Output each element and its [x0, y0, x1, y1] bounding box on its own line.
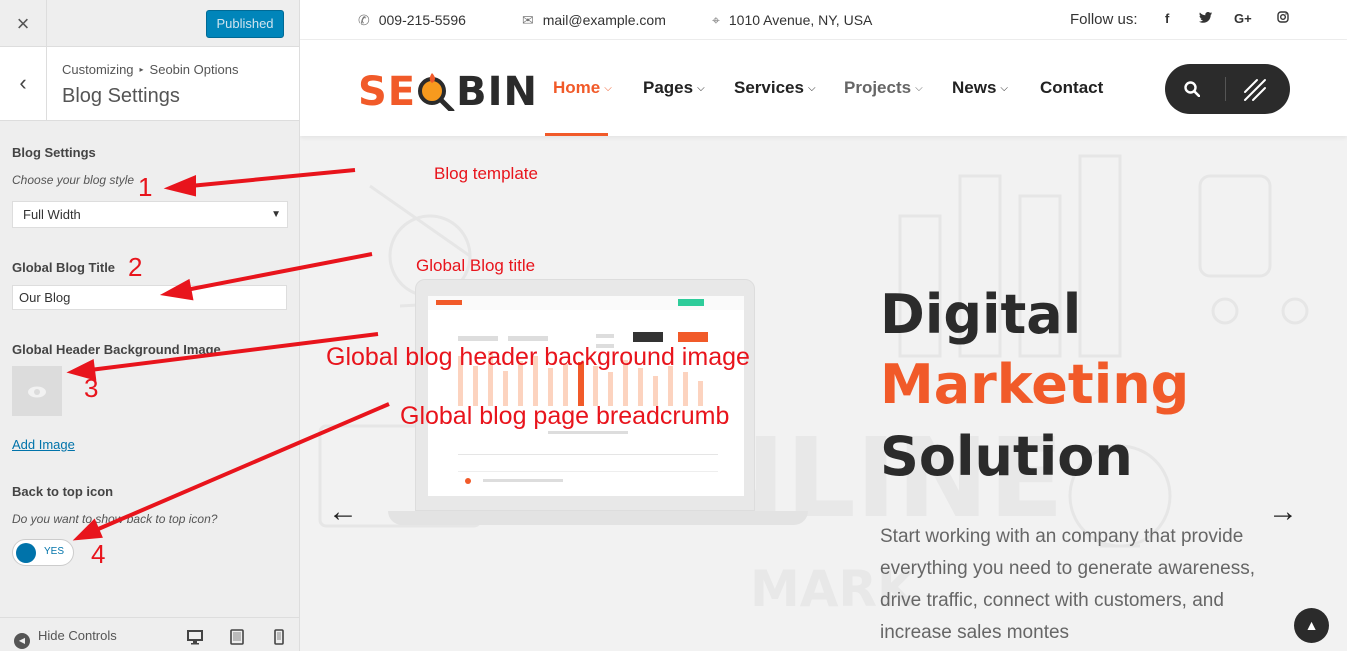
eye-icon — [28, 386, 46, 398]
nav-projects[interactable]: Projects ⌵ — [844, 78, 923, 98]
hide-controls-button[interactable]: ◀ Hide Controls — [14, 628, 117, 649]
logo-part-bin: BIN — [456, 69, 538, 115]
email-info: ✉ mail@example.com — [522, 12, 666, 29]
toggle-knob — [16, 543, 36, 563]
site-preview: ONLINE MARK ✆ 009-215-5596 ✉ mail@example.… — [300, 0, 1347, 651]
twitter-icon[interactable] — [1199, 11, 1212, 26]
location-pin-icon: ⌖ — [712, 12, 720, 28]
section-header: ‹ Customizing ▸ Seobin Options Blog Settin… — [0, 47, 299, 121]
phone-text: 009-215-5596 — [378, 12, 466, 28]
main-navbar: SE BIN Home ⌵ Pages ⌵ Services ⌵ Projects ⌵ N… — [300, 40, 1347, 136]
nav-contact-label: Contact — [1040, 78, 1104, 97]
phone-icon: ✆ — [358, 12, 370, 28]
nav-active-underline — [545, 133, 608, 136]
address-info: ⌖ 1010 Avenue, NY, USA — [712, 12, 872, 29]
google-plus-icon[interactable]: G+ — [1234, 11, 1252, 26]
nav-news[interactable]: News ⌵ — [952, 78, 1008, 98]
image-placeholder[interactable] — [12, 366, 62, 416]
blog-title-label: Global Blog Title — [12, 260, 116, 275]
toggle-label: YES — [44, 546, 65, 557]
twitter-bird-shape — [1199, 12, 1212, 23]
mobile-preview-icon[interactable] — [271, 629, 287, 645]
nav-contact[interactable]: Contact — [1040, 78, 1103, 98]
breadcrumb-separator-icon: ▸ — [139, 65, 144, 74]
instagram-icon[interactable] — [1277, 11, 1289, 26]
email-text: mail@example.com — [542, 12, 666, 28]
menu-slashes-icon[interactable] — [1242, 77, 1268, 103]
publish-button[interactable]: Published — [206, 10, 284, 38]
add-image-link[interactable]: Add Image — [12, 437, 75, 452]
nav-news-label: News — [952, 78, 997, 97]
hide-controls-label: Hide Controls — [38, 628, 117, 643]
header-bg-label: Global Header Background Image — [12, 342, 221, 357]
chevron-down-icon: ⌵ — [1000, 83, 1009, 94]
breadcrumb: Customizing ▸ Seobin Options — [62, 62, 238, 77]
blog-settings-label: Blog Settings — [12, 145, 96, 160]
mail-icon: ✉ — [522, 12, 534, 28]
section-title: Blog Settings — [62, 85, 180, 107]
facebook-icon[interactable]: f — [1165, 11, 1169, 26]
desktop-preview-icon[interactable] — [187, 629, 203, 645]
top-bar: ✆ 009-215-5596 ✉ mail@example.com ⌖ 1010 Av… — [300, 0, 1347, 40]
customizer-header: × Published — [0, 0, 299, 47]
customizer-sidebar: × Published ‹ Customizing ▸ Seobin Options… — [0, 0, 300, 651]
nav-actions-pill — [1165, 64, 1290, 114]
hero-paragraph: Start working with an company that provi… — [880, 526, 1255, 643]
nav-services-label: Services — [734, 78, 804, 97]
nav-home[interactable]: Home ⌵ — [553, 78, 612, 98]
hero-title-line2: Marketing — [880, 353, 1190, 416]
hero-title-line1: Digital — [880, 283, 1082, 346]
back-chevron-icon[interactable]: ‹ — [0, 47, 47, 120]
pill-divider — [1225, 77, 1226, 101]
dashboard-screenshot-graphic — [428, 296, 744, 484]
blog-style-description: Choose your blog style — [12, 173, 135, 187]
chevron-down-icon: ⌵ — [697, 83, 705, 94]
annotation-number-1: 1 — [138, 172, 153, 202]
follow-label: Follow us: — [1070, 11, 1138, 28]
nav-home-label: Home — [553, 78, 601, 97]
blog-style-value: Full Width — [23, 207, 81, 222]
nav-projects-label: Projects — [844, 78, 912, 97]
blog-title-input[interactable]: Our Blog — [12, 285, 287, 310]
back-to-top-toggle[interactable]: YES — [12, 539, 74, 566]
collapse-icon: ◀ — [14, 633, 30, 649]
annotation-blog-template: Blog template — [434, 164, 538, 183]
annotation-number-4: 4 — [91, 539, 106, 569]
instagram-glyph — [1277, 11, 1289, 23]
screenshot-root: × Published ‹ Customizing ▸ Seobin Options… — [0, 0, 1347, 651]
back-to-top-label: Back to top icon — [12, 484, 114, 499]
magnifier-logo-icon — [418, 73, 455, 114]
back-to-top-button[interactable]: ▲ — [1294, 608, 1329, 643]
chevron-up-icon: ▲ — [1304, 617, 1319, 633]
back-to-top-description: Do you want to show back to top icon? — [12, 512, 218, 526]
nav-pages[interactable]: Pages ⌵ — [643, 78, 705, 98]
select-caret-icon: ▼ — [271, 209, 281, 220]
annotation-header-bg: Global blog header background image — [326, 343, 750, 371]
annotation-number-3: 3 — [84, 373, 99, 403]
laptop-mockup — [415, 279, 755, 511]
tablet-preview-icon[interactable] — [229, 629, 245, 645]
annotation-number-2: 2 — [128, 252, 143, 282]
phone-info: ✆ 009-215-5596 — [358, 12, 466, 29]
annotation-breadcrumb: Global blog page breadcrumb — [400, 402, 730, 430]
customizer-footer: ◀ Hide Controls — [0, 617, 299, 651]
search-icon[interactable] — [1184, 81, 1200, 97]
breadcrumb-parent: Customizing — [62, 62, 134, 77]
chevron-down-icon: ⌵ — [604, 83, 612, 94]
nav-services[interactable]: Services ⌵ — [734, 78, 816, 98]
site-logo[interactable]: SE BIN — [358, 69, 538, 115]
slider-prev-arrow[interactable]: ← — [328, 495, 358, 529]
breadcrumb-child: Seobin Options — [149, 62, 239, 77]
laptop-base — [388, 511, 808, 525]
nav-pages-label: Pages — [643, 78, 694, 97]
laptop-screen — [428, 296, 744, 496]
chevron-down-icon: ⌵ — [915, 83, 923, 94]
address-text: 1010 Avenue, NY, USA — [728, 12, 873, 28]
annotation-global-blog-title: Global Blog title — [416, 256, 536, 275]
chevron-down-icon: ⌵ — [807, 83, 816, 94]
blog-style-select[interactable]: Full Width ▼ — [12, 201, 288, 228]
hero-title-line3: Solution — [880, 425, 1133, 488]
close-icon[interactable]: × — [0, 0, 47, 47]
logo-part-se: SE — [358, 69, 417, 115]
